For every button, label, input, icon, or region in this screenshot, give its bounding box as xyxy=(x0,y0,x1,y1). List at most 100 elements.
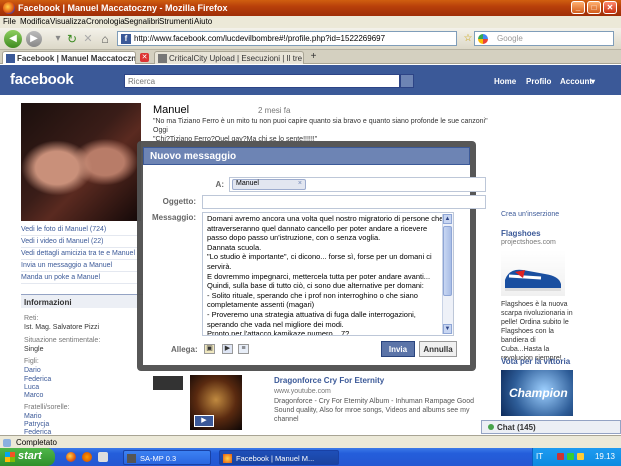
maximize-button[interactable]: □ xyxy=(587,1,601,14)
post-title[interactable]: Dragonforce Cry For Eternity xyxy=(274,376,384,385)
figli-item[interactable]: Marco xyxy=(24,392,43,399)
recipient-token[interactable]: Manuel × xyxy=(232,179,306,190)
cancel-button[interactable]: Annulla xyxy=(419,341,457,357)
menu-segnalibri[interactable]: Segnalibri xyxy=(124,17,160,26)
browser-status-bar: Completato xyxy=(0,435,621,448)
attach-video-icon[interactable]: ▶ xyxy=(222,344,233,354)
situazione-label: Situazione sentimentale: xyxy=(24,337,101,344)
reload-icon[interactable]: ↻ xyxy=(64,31,80,47)
desktop-quicklaunch-icon[interactable] xyxy=(98,452,108,462)
facebook-favicon-icon xyxy=(6,54,15,63)
figli-item[interactable]: Federica xyxy=(24,376,51,383)
tab-facebook[interactable]: Facebook | Manuel Maccatoczny xyxy=(2,51,136,64)
send-button[interactable]: Invia xyxy=(381,341,415,357)
status-line: "No ma Tiziano Ferro è un mito tu non pu… xyxy=(153,118,488,125)
menu-modifica[interactable]: Modifica xyxy=(20,17,50,26)
tray-icon[interactable] xyxy=(557,453,564,460)
video-thumbnail[interactable]: ▶ xyxy=(190,375,242,430)
stop-icon[interactable]: ✕ xyxy=(80,31,96,47)
new-tab-icon[interactable]: + xyxy=(308,52,319,63)
attach-link-icon[interactable]: ≡ xyxy=(238,344,249,354)
menu-cronologia[interactable]: Cronologia xyxy=(86,17,125,26)
menu-file[interactable]: File xyxy=(3,17,16,26)
subject-field[interactable] xyxy=(202,195,486,209)
menu-strumenti[interactable]: Strumenti xyxy=(159,17,193,26)
scroll-down-icon[interactable]: ▼ xyxy=(443,324,452,334)
link-friendship[interactable]: Vedi dettagli amicizia tra te e Manuel xyxy=(21,248,143,260)
firefox-icon xyxy=(223,454,232,463)
figli-label: Figli: xyxy=(24,358,39,365)
clock[interactable]: 19.13 xyxy=(595,452,615,461)
windows-logo-icon xyxy=(5,452,15,462)
menu-bar: File Modifica Visualizza Cronologia Segn… xyxy=(0,16,621,28)
taskbar-item-samp[interactable]: SA-MP 0.3 xyxy=(123,450,211,465)
scroll-up-icon[interactable]: ▲ xyxy=(443,214,452,224)
ad-subtitle: projectshoes.com xyxy=(501,239,556,246)
taskbar-item-label: SA-MP 0.3 xyxy=(140,454,177,463)
post-url: www.youtube.com xyxy=(274,388,331,395)
ad-title[interactable]: Flagshoes xyxy=(501,229,541,238)
back-button[interactable]: ◀ xyxy=(4,30,22,48)
profile-name-text: Manuel xyxy=(153,104,190,116)
forward-button[interactable]: ▶ xyxy=(26,31,42,47)
scrollbar-thumb[interactable] xyxy=(443,226,452,296)
ad-shoe-image[interactable] xyxy=(501,250,565,296)
fratelli-label: Fratelli/sorelle: xyxy=(24,404,70,411)
facebook-search-input[interactable]: Ricerca xyxy=(124,74,400,88)
firefox-icon xyxy=(3,2,15,14)
play-icon[interactable]: ▶ xyxy=(194,415,214,427)
tab-criticalcity[interactable]: CriticalCity Upload | Esecuzioni | Il tr… xyxy=(154,51,304,64)
firefox-quicklaunch-icon[interactable] xyxy=(66,452,76,462)
tab-bar: Facebook | Manuel Maccatoczny ✕ Critical… xyxy=(0,50,621,64)
volume-icon[interactable] xyxy=(577,453,584,460)
link-videos[interactable]: Vedi i video di Manuel (22) xyxy=(21,236,143,248)
search-icon[interactable] xyxy=(400,74,414,88)
language-indicator[interactable]: IT xyxy=(536,452,543,461)
profile-picture[interactable] xyxy=(21,103,141,221)
tray-icon[interactable] xyxy=(567,453,574,460)
url-bar[interactable]: f http://www.facebook.com/lucdevilbombre… xyxy=(117,31,457,46)
window-title-bar: Facebook | Manuel Maccatoczny - Mozilla … xyxy=(0,0,621,16)
tab-close-icon[interactable]: ✕ xyxy=(140,53,149,62)
status-line: Oggi xyxy=(153,127,168,134)
nav-account[interactable]: Account xyxy=(560,77,592,86)
message-textarea[interactable]: Domani avremo ancora una volta quel nost… xyxy=(202,212,454,336)
message-label: Messaggio: xyxy=(151,213,196,222)
situazione-value: Single xyxy=(24,346,44,353)
menu-visualizza[interactable]: Visualizza xyxy=(50,17,86,26)
chat-bar[interactable]: Chat (145) xyxy=(481,420,621,434)
search-placeholder: Google xyxy=(497,34,523,43)
post-thumb[interactable] xyxy=(153,376,183,390)
fratelli-item[interactable]: Mario xyxy=(24,413,42,420)
minimize-button[interactable]: _ xyxy=(571,1,585,14)
nav-home[interactable]: Home xyxy=(494,77,516,86)
search-placeholder: Ricerca xyxy=(128,77,156,86)
vote-image[interactable]: Champion xyxy=(501,370,573,416)
figli-item[interactable]: Dario xyxy=(24,367,41,374)
google-icon xyxy=(478,34,488,44)
nav-profilo[interactable]: Profilo xyxy=(526,77,551,86)
create-ad-link[interactable]: Crea un'inserzione xyxy=(501,211,559,218)
figli-item[interactable]: Luca xyxy=(24,384,39,391)
attach-photo-icon[interactable]: ▣ xyxy=(204,344,215,354)
navigation-toolbar: ◀ ▶ ▾ ↻ ✕ ⌂ f http://www.facebook.com/lu… xyxy=(0,28,621,50)
chevron-down-icon[interactable]: ▾ xyxy=(591,77,595,86)
start-button[interactable]: start xyxy=(0,448,55,466)
reti-label: Reti: xyxy=(24,315,39,322)
menu-aiuto[interactable]: Aiuto xyxy=(194,17,212,26)
online-icon xyxy=(488,424,494,430)
link-send-message[interactable]: Invia un messaggio a Manuel xyxy=(21,260,143,272)
link-photos[interactable]: Vedi le foto di Manuel (724) xyxy=(21,224,143,236)
link-poke[interactable]: Manda un poke a Manuel xyxy=(21,272,143,284)
fratelli-item[interactable]: Patrycja xyxy=(24,421,49,428)
attach-label: Allega: xyxy=(171,345,198,354)
media-quicklaunch-icon[interactable] xyxy=(82,452,92,462)
home-icon[interactable]: ⌂ xyxy=(97,31,113,47)
facebook-logo[interactable]: facebook xyxy=(10,71,74,88)
close-window-button[interactable]: ✕ xyxy=(603,1,617,14)
vote-header[interactable]: Vota per la vittoria xyxy=(501,357,570,366)
remove-recipient-icon[interactable]: × xyxy=(298,180,302,187)
info-header: Informazioni xyxy=(21,294,143,308)
search-engine-box[interactable]: Google xyxy=(474,31,614,46)
taskbar-item-facebook[interactable]: Facebook | Manuel M... xyxy=(219,450,339,465)
